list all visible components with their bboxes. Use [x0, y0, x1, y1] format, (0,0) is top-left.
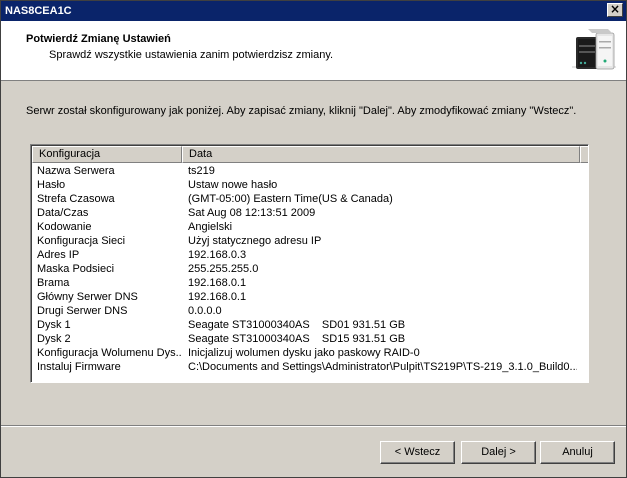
table-row[interactable]: Konfiguracja Wolumenu Dys... Inicjalizuj … [32, 346, 588, 360]
row-key: Dysk 2 [37, 333, 71, 345]
row-key: Konfiguracja Sieci [37, 235, 126, 247]
column-header-filler [580, 146, 588, 163]
table-row[interactable]: Dysk 2 Seagate ST31000340AS SD15 931.51 G… [32, 332, 588, 346]
table-row[interactable]: Data/Czas Sat Aug 08 12:13:51 2009 [32, 206, 588, 220]
page-subtitle: Sprawdź wszystkie ustawienia zanim potwi… [49, 49, 334, 61]
wizard-header: Potwierdź Zmianę Ustawień Sprawdź wszyst… [1, 21, 626, 81]
next-button[interactable]: Dalej > [461, 441, 536, 464]
wizard-window: NAS8CEA1C × Potwierdź Zmianę Ustawień Sp… [0, 0, 627, 478]
row-key: Instaluj Firmware [37, 361, 121, 373]
row-value: 192.168.0.3 [188, 249, 247, 261]
listview-rows: Nazwa Serwera ts219 Hasło Ustaw nowe hasło… [32, 164, 588, 374]
row-value: Seagate ST31000340AS SD01 931.51 GB [188, 319, 406, 331]
row-key: Maska Podsieci [37, 263, 115, 275]
table-row[interactable]: Dysk 1 Seagate ST31000340AS SD01 931.51 G… [32, 318, 588, 332]
settings-listview[interactable]: Konfiguracja Data Nazwa Serwera ts219 Has… [30, 144, 589, 383]
row-key: Kodowanie [37, 221, 92, 233]
title-bar: NAS8CEA1C × [1, 1, 626, 21]
row-value: C:\Documents and Settings\Administrator\… [188, 361, 577, 373]
row-value: 192.168.0.1 [188, 291, 247, 303]
row-key: Nazwa Serwera [37, 165, 115, 177]
table-row[interactable]: Drugi Serwer DNS 0.0.0.0 [32, 304, 588, 318]
page-title: Potwierdź Zmianę Ustawień [26, 33, 171, 45]
row-value: 0.0.0.0 [188, 305, 222, 317]
row-value: 255.255.255.0 [188, 263, 259, 275]
row-value: Użyj statycznego adresu IP [188, 235, 322, 247]
cancel-button[interactable]: Anuluj [540, 441, 615, 464]
table-row[interactable]: Główny Serwer DNS 192.168.0.1 [32, 290, 588, 304]
window-title: NAS8CEA1C [5, 5, 72, 17]
column-header-data[interactable]: Data [182, 146, 580, 163]
row-key: Drugi Serwer DNS [37, 305, 128, 317]
row-value: Sat Aug 08 12:13:51 2009 [188, 207, 316, 219]
close-button[interactable]: × [607, 3, 623, 17]
nas-device-icon [568, 25, 620, 77]
table-row[interactable]: Hasło Ustaw nowe hasło [32, 178, 588, 192]
row-value: Ustaw nowe hasło [188, 179, 278, 191]
row-value: Angielski [188, 221, 233, 233]
row-key: Hasło [37, 179, 66, 191]
row-value: ts219 [188, 165, 215, 177]
table-row[interactable]: Konfiguracja Sieci Użyj statycznego adres… [32, 234, 588, 248]
listview-header: Konfiguracja Data [32, 146, 588, 163]
row-key: Brama [37, 277, 70, 289]
row-key: Adres IP [37, 249, 80, 261]
row-value: Inicjalizuj wolumen dysku jako paskowy R… [188, 347, 420, 359]
row-value: (GMT-05:00) Eastern Time(US & Canada) [188, 193, 393, 205]
row-key: Dysk 1 [37, 319, 71, 331]
intro-text: Serwr został skonfigurowany jak poniżej.… [26, 105, 577, 117]
table-row[interactable]: Maska Podsieci 255.255.255.0 [32, 262, 588, 276]
footer-separator [1, 425, 626, 427]
row-key: Data/Czas [37, 207, 89, 219]
close-icon: × [609, 2, 621, 16]
table-row[interactable]: Nazwa Serwera ts219 [32, 164, 588, 178]
table-row[interactable]: Brama 192.168.0.1 [32, 276, 588, 290]
row-key: Główny Serwer DNS [37, 291, 138, 303]
row-key: Konfiguracja Wolumenu Dys... [37, 347, 182, 359]
column-header-config[interactable]: Konfiguracja [32, 146, 182, 163]
back-button[interactable]: < Wstecz [380, 441, 455, 464]
row-value: Seagate ST31000340AS SD15 931.51 GB [188, 333, 406, 345]
table-row[interactable]: Adres IP 192.168.0.3 [32, 248, 588, 262]
table-row[interactable]: Kodowanie Angielski [32, 220, 588, 234]
row-key: Strefa Czasowa [37, 193, 115, 205]
table-row[interactable]: Instaluj Firmware C:\Documents and Settin… [32, 360, 588, 374]
table-row[interactable]: Strefa Czasowa (GMT-05:00) Eastern Time(U… [32, 192, 588, 206]
row-value: 192.168.0.1 [188, 277, 247, 289]
